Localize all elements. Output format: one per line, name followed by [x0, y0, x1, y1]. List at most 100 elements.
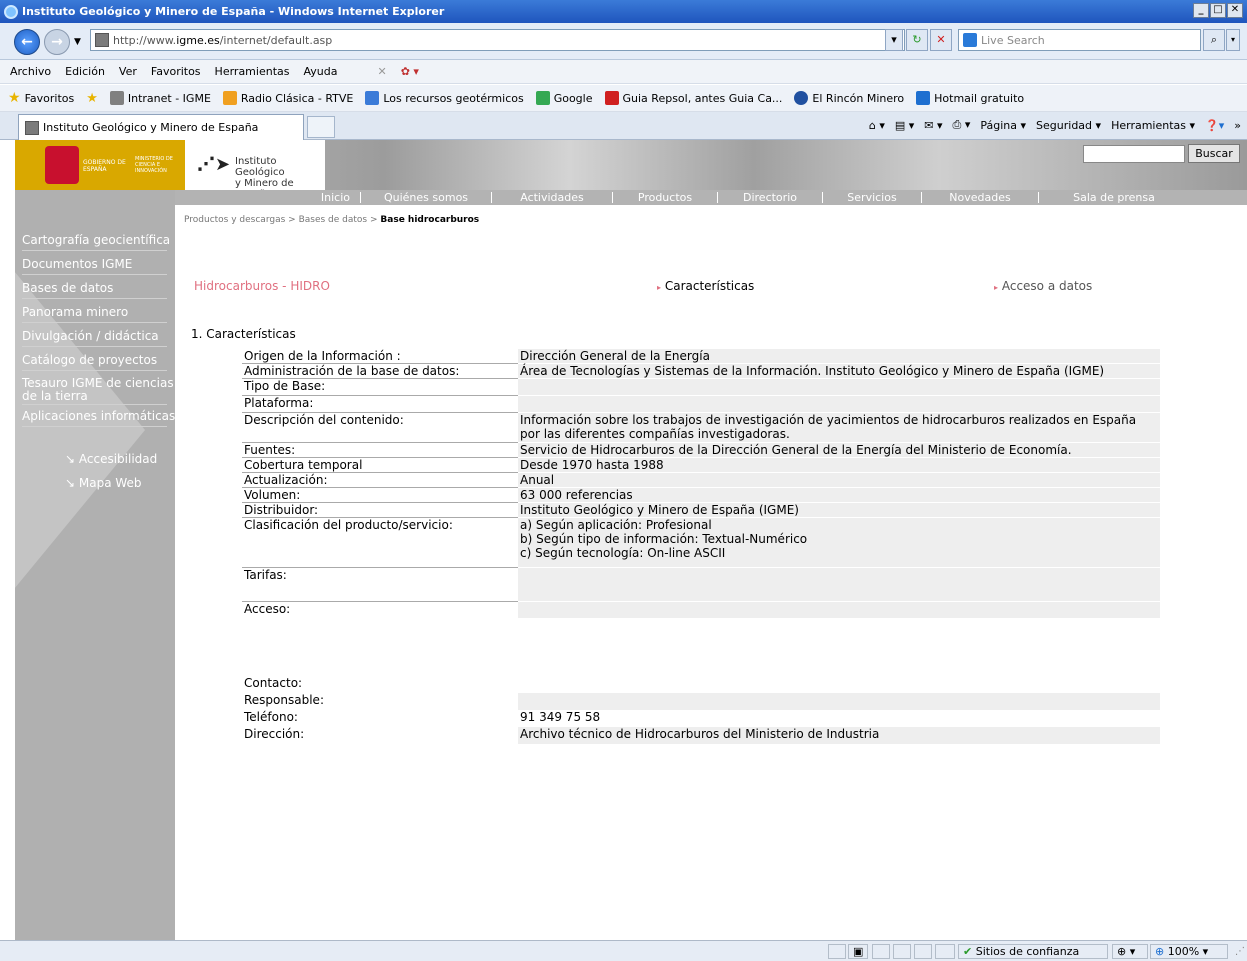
- nav-productos[interactable]: Productos: [613, 191, 717, 204]
- fav-label: Los recursos geotérmicos: [383, 91, 524, 105]
- mapa-web-link[interactable]: ↘ Mapa Web: [65, 476, 142, 490]
- breadcrumb-bases-datos[interactable]: Bases de datos: [299, 215, 368, 225]
- nav-inicio[interactable]: Inicio: [175, 191, 360, 204]
- sidebar-item-divulgacion[interactable]: Divulgación / didáctica: [22, 329, 159, 343]
- gobierno-logo[interactable]: GOBIERNO DE ESPAÑA MINISTERIO DE CIENCIA…: [15, 140, 185, 190]
- info-table: Origen de la Información : Dirección Gene…: [242, 349, 1160, 619]
- home-icon[interactable]: ⌂ ▾: [869, 119, 885, 132]
- fav-guia-repsol[interactable]: Guia Repsol, antes Guia Ca...: [604, 91, 783, 105]
- toolbar-addon-icon[interactable]: ✿ ▾: [401, 65, 419, 78]
- live-search-input[interactable]: Live Search: [958, 29, 1201, 51]
- sidebar-item-cartografia[interactable]: Cartografía geocientífica: [22, 233, 170, 247]
- nav-servicios[interactable]: Servicios: [823, 191, 921, 204]
- print-icon[interactable]: ⎙ ▾: [953, 118, 971, 132]
- row-key: Acceso:: [244, 602, 291, 616]
- close-toolbar-icon[interactable]: ✕: [377, 65, 386, 78]
- menu-edicion[interactable]: Edición: [65, 65, 105, 78]
- breadcrumb-productos[interactable]: Productos y descargas: [184, 215, 285, 225]
- nav-novedades[interactable]: Novedades: [922, 191, 1038, 204]
- fav-recursos-geotermicos[interactable]: Los recursos geotérmicos: [365, 91, 524, 105]
- caracteristicas-link[interactable]: ▸ Características: [657, 279, 754, 293]
- sidebar-item-tesauro-cont[interactable]: de la tierra: [22, 389, 88, 403]
- feeds-icon[interactable]: ▤ ▾: [895, 119, 914, 132]
- search-options-button[interactable]: ▾: [1226, 29, 1240, 51]
- sidebar-item-bases-datos[interactable]: Bases de datos: [22, 281, 113, 295]
- site-search-input[interactable]: [1083, 145, 1185, 163]
- clasificacion-b: b) Según tipo de información: Textual-Nu…: [520, 532, 808, 546]
- mail-icon[interactable]: ✉ ▾: [924, 119, 942, 132]
- table-row: Clasificación del producto/servicio: a) …: [242, 517, 1160, 568]
- maximize-button[interactable]: □: [1210, 3, 1226, 18]
- google-favicon-icon: [535, 91, 550, 105]
- menu-herramientas[interactable]: Herramientas: [215, 65, 290, 78]
- menu-herramientas-cmd[interactable]: Herramientas ▾: [1111, 119, 1195, 132]
- nav-directorio[interactable]: Directorio: [718, 191, 822, 204]
- url-domain: igme.es: [176, 33, 220, 47]
- menu-ayuda[interactable]: Ayuda: [303, 65, 337, 78]
- buscar-button[interactable]: Buscar: [1188, 144, 1240, 163]
- menu-archivo[interactable]: Archivo: [10, 65, 51, 78]
- zoom-control[interactable]: ⊕ 100% ▾: [1150, 944, 1228, 959]
- fav-intranet-igme[interactable]: Intranet - IGME: [109, 91, 211, 105]
- window-title: Instituto Geológico y Minero de España -…: [22, 5, 445, 18]
- accesibilidad-link[interactable]: ↘ Accesibilidad: [65, 452, 157, 466]
- sidebar-item-panorama[interactable]: Panorama minero: [22, 305, 128, 319]
- row-key: Cobertura temporal: [242, 457, 518, 473]
- sidebar-item-documentos[interactable]: Documentos IGME: [22, 257, 132, 271]
- row-value: Anual: [518, 472, 1160, 488]
- back-button[interactable]: ←: [14, 29, 40, 55]
- zoom-label: 100%: [1167, 945, 1200, 958]
- popup-blocker-icon[interactable]: ▣: [848, 944, 868, 959]
- fav-label: Guia Repsol, antes Guia Ca...: [622, 91, 783, 105]
- nav-actividades[interactable]: Actividades: [492, 191, 612, 204]
- chevron-more-icon[interactable]: »: [1234, 119, 1241, 132]
- caracteristicas-label: Características: [664, 279, 755, 293]
- resize-grip-icon[interactable]: ⋰: [1235, 946, 1245, 957]
- stop-button[interactable]: ✕: [930, 29, 952, 51]
- minimize-button[interactable]: _: [1193, 3, 1209, 18]
- nav-quienes-somos[interactable]: Quiénes somos: [361, 191, 491, 204]
- menu-ver[interactable]: Ver: [119, 65, 137, 78]
- address-input[interactable]: http://www.igme.es/internet/default.asp: [90, 29, 905, 51]
- new-tab-button[interactable]: [307, 116, 335, 138]
- nav-sala-prensa[interactable]: Sala de prensa: [1039, 191, 1189, 204]
- forward-button[interactable]: →: [44, 29, 70, 55]
- status-panel: [893, 944, 911, 959]
- site-favicon-icon: [95, 33, 109, 47]
- help-icon[interactable]: ❓▾: [1205, 119, 1224, 132]
- history-dropdown-icon[interactable]: ▼: [74, 37, 81, 47]
- top-navigation: Inicio Quiénes somos Actividades Product…: [175, 190, 1247, 205]
- row-value: Instituto Geológico y Minero de España (…: [518, 502, 1160, 518]
- mapa-web-label: Mapa Web: [78, 476, 142, 490]
- protected-mode-icon[interactable]: ⊕ ▾: [1112, 944, 1148, 959]
- close-window-button[interactable]: ✕: [1227, 3, 1243, 18]
- table-row: Tipo de Base:: [242, 378, 1160, 396]
- breadcrumb-current: Base hidrocarburos: [380, 215, 480, 225]
- sidebar-item-tesauro[interactable]: Tesauro IGME de ciencias: [22, 376, 174, 390]
- sidebar-item-catalogo[interactable]: Catálogo de proyectos: [22, 353, 157, 367]
- acceso-datos-link[interactable]: ▸ Acceso a datos: [994, 279, 1092, 293]
- sidebar-divider: [22, 404, 167, 405]
- refresh-button[interactable]: ↻: [906, 29, 928, 51]
- address-dropdown-button[interactable]: ▾: [885, 29, 903, 51]
- sidebar-item-aplicaciones[interactable]: Aplicaciones informáticas: [22, 409, 175, 423]
- igme-logo[interactable]: ⋰➤ Instituto Geológicoy Minero de España: [185, 140, 325, 200]
- menu-pagina[interactable]: Página ▾: [980, 119, 1026, 132]
- security-zone[interactable]: ✔ Sitios de confianza: [958, 944, 1108, 959]
- fav-hotmail[interactable]: Hotmail gratuito: [916, 91, 1024, 105]
- fav-google[interactable]: Google: [535, 91, 593, 105]
- search-go-button[interactable]: ⌕: [1203, 29, 1225, 51]
- fav-radio-clasica[interactable]: Radio Clásica - RTVE: [222, 91, 353, 105]
- row-key: Clasificación del producto/servicio:: [242, 517, 518, 568]
- row-key: Descripción del contenido:: [242, 412, 518, 443]
- sidebar-divider: [22, 370, 167, 371]
- favorites-label: Favoritos: [24, 91, 75, 105]
- table-row: Distribuidor: Instituto Geológico y Miner…: [242, 502, 1160, 518]
- menu-seguridad[interactable]: Seguridad ▾: [1036, 119, 1101, 132]
- tab-igme[interactable]: Instituto Geológico y Minero de España: [18, 114, 304, 140]
- menu-favoritos[interactable]: Favoritos: [151, 65, 201, 78]
- favorites-button[interactable]: ★ Favoritos: [8, 90, 74, 106]
- row-key: Responsable:: [244, 693, 324, 707]
- add-favorite-icon[interactable]: ★: [86, 91, 98, 106]
- fav-rincon-minero[interactable]: El Rincón Minero: [794, 91, 904, 105]
